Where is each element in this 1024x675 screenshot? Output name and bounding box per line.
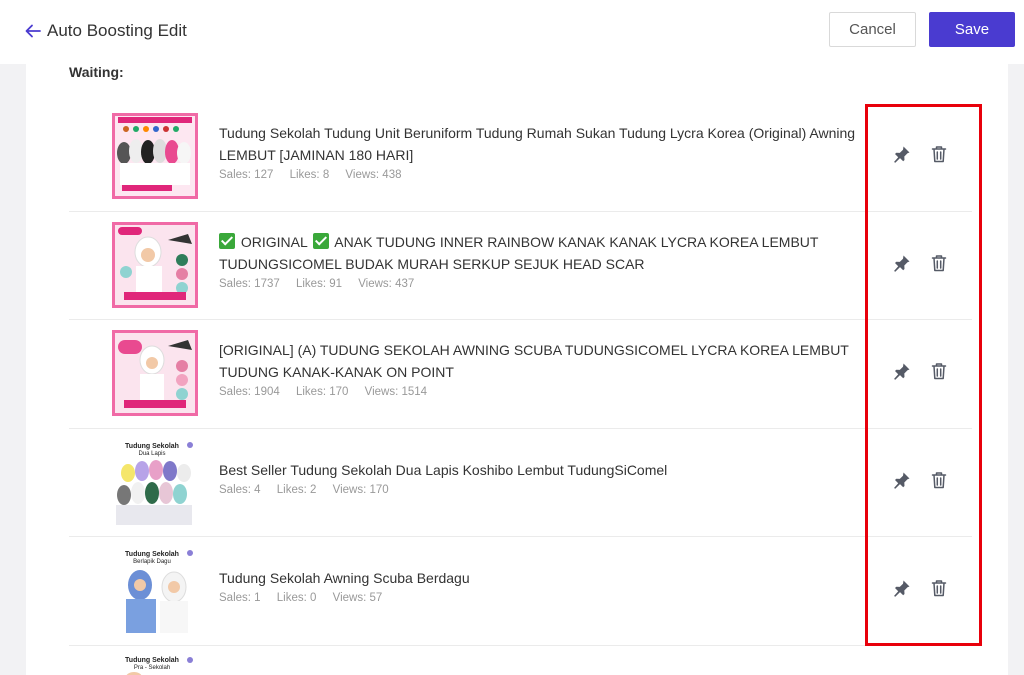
pin-button[interactable] (891, 252, 913, 274)
views-stat: Views: 57 (332, 592, 383, 604)
product-thumbnail: Tudung Sekolah Dua Lapis (112, 438, 198, 525)
product-stats: Sales: 127 Likes: 8 Views: 438 (219, 169, 859, 181)
top-header: Auto Boosting Edit Cancel Save (0, 0, 1024, 64)
views-stat: Views: 170 (332, 483, 389, 496)
row-actions (891, 143, 950, 165)
list-item: Tudung Sekolah Dua Lapis Best Seller Tud… (69, 429, 972, 537)
pin-icon (894, 472, 910, 489)
views-stat: Views: 1514 (364, 386, 428, 398)
back-button[interactable]: Auto Boosting Edit (24, 18, 187, 44)
delete-button[interactable] (928, 577, 950, 599)
page-title: Auto Boosting Edit (47, 21, 187, 40)
cancel-button[interactable]: Cancel (829, 12, 916, 47)
trash-icon (931, 471, 947, 488)
likes-stat: Likes: 8 (289, 169, 330, 181)
save-button[interactable]: Save (929, 12, 1015, 47)
pin-button[interactable] (891, 143, 913, 165)
svg-text:Tudung Sekolah: Tudung Sekolah (125, 443, 179, 450)
pin-icon (894, 146, 910, 163)
likes-stat: Likes: 0 (276, 592, 317, 604)
product-thumbnail (112, 330, 198, 416)
trash-icon (931, 146, 947, 163)
trash-icon (931, 580, 947, 597)
product-thumbnail (112, 113, 198, 199)
product-name: [ORIGINAL] (A) TUDUNG SEKOLAH AWNING SCU… (219, 342, 849, 380)
pin-icon (894, 363, 910, 380)
delete-button[interactable] (928, 252, 950, 274)
svg-text:Tudung Sekolah: Tudung Sekolah (125, 551, 179, 558)
views-stat: Views: 437 (358, 277, 415, 290)
svg-text:Dua Lapis: Dua Lapis (138, 451, 165, 457)
section-label: Waiting: (69, 64, 124, 80)
svg-text:Pra - Sekolah: Pra - Sekolah (134, 665, 170, 671)
product-thumbnail: Tudung Sekolah Pra - Sekolah (112, 655, 198, 675)
delete-button[interactable] (928, 469, 950, 491)
delete-button[interactable] (928, 360, 950, 382)
product-name: Tudung Sekolah Awning Scuba Berdagu (219, 570, 470, 586)
product-panel: Waiting: Tudung Sekolah Tudung Unit Beru… (26, 64, 1008, 675)
row-actions (891, 577, 950, 599)
product-thumbnail (112, 221, 198, 308)
product-name: Tudung Sekolah Tudung Unit Beruniform Tu… (219, 125, 856, 163)
likes-stat: Likes: 170 (295, 386, 349, 398)
product-stats: Sales: 1 Likes: 0 Views: 57 (219, 592, 859, 604)
trash-icon (931, 363, 947, 380)
row-actions (891, 252, 950, 274)
sales-stat: Sales: 127 (219, 169, 274, 181)
sales-stat: Sales: 4 (219, 483, 261, 496)
svg-text:Berlapik Dagu: Berlapik Dagu (133, 559, 171, 565)
green-check-icon (313, 232, 330, 249)
likes-stat: Likes: 2 (276, 483, 317, 496)
green-check-icon (219, 232, 235, 249)
sales-stat: Sales: 1 (219, 592, 261, 604)
pin-icon (894, 255, 910, 272)
list-item: Tudung Sekolah Berlapik Dagu Tudung Seko… (69, 537, 972, 646)
pin-icon (894, 580, 910, 597)
product-stats: Sales: 1904 Likes: 170 Views: 1514 (219, 386, 859, 398)
product-name: ORIGINAL ANAK TUDUNG INNER RAINBOW KANAK… (219, 232, 819, 272)
sales-stat: Sales: 1904 (219, 386, 280, 398)
arrow-left-icon (25, 24, 41, 38)
list-item: [ORIGINAL] (A) TUDUNG SEKOLAH AWNING SCU… (69, 320, 972, 429)
row-actions (891, 469, 950, 491)
svg-text:Tudung Sekolah: Tudung Sekolah (125, 657, 179, 664)
product-name: Best Seller Tudung Sekolah Dua Lapis Kos… (219, 461, 668, 478)
row-actions (891, 360, 950, 382)
sales-stat: Sales: 1737 (219, 277, 280, 290)
pin-button[interactable] (891, 469, 913, 491)
likes-stat: Likes: 91 (295, 277, 343, 290)
pin-button[interactable] (891, 360, 913, 382)
product-stats: Sales: 1737 Likes: 91 Views: 437 (219, 278, 859, 290)
trash-icon (931, 254, 947, 271)
views-stat: Views: 438 (345, 169, 402, 181)
product-list: Tudung Sekolah Tudung Unit Beruniform Tu… (69, 103, 972, 646)
list-item: ORIGINAL ANAK TUDUNG INNER RAINBOW KANAK… (69, 212, 972, 320)
pin-button[interactable] (891, 577, 913, 599)
product-thumbnail: Tudung Sekolah Berlapik Dagu (112, 547, 198, 633)
list-item: Tudung Sekolah Tudung Unit Beruniform Tu… (69, 103, 972, 212)
product-stats: Sales: 4 Likes: 2 Views: 170 (219, 484, 859, 496)
delete-button[interactable] (928, 143, 950, 165)
